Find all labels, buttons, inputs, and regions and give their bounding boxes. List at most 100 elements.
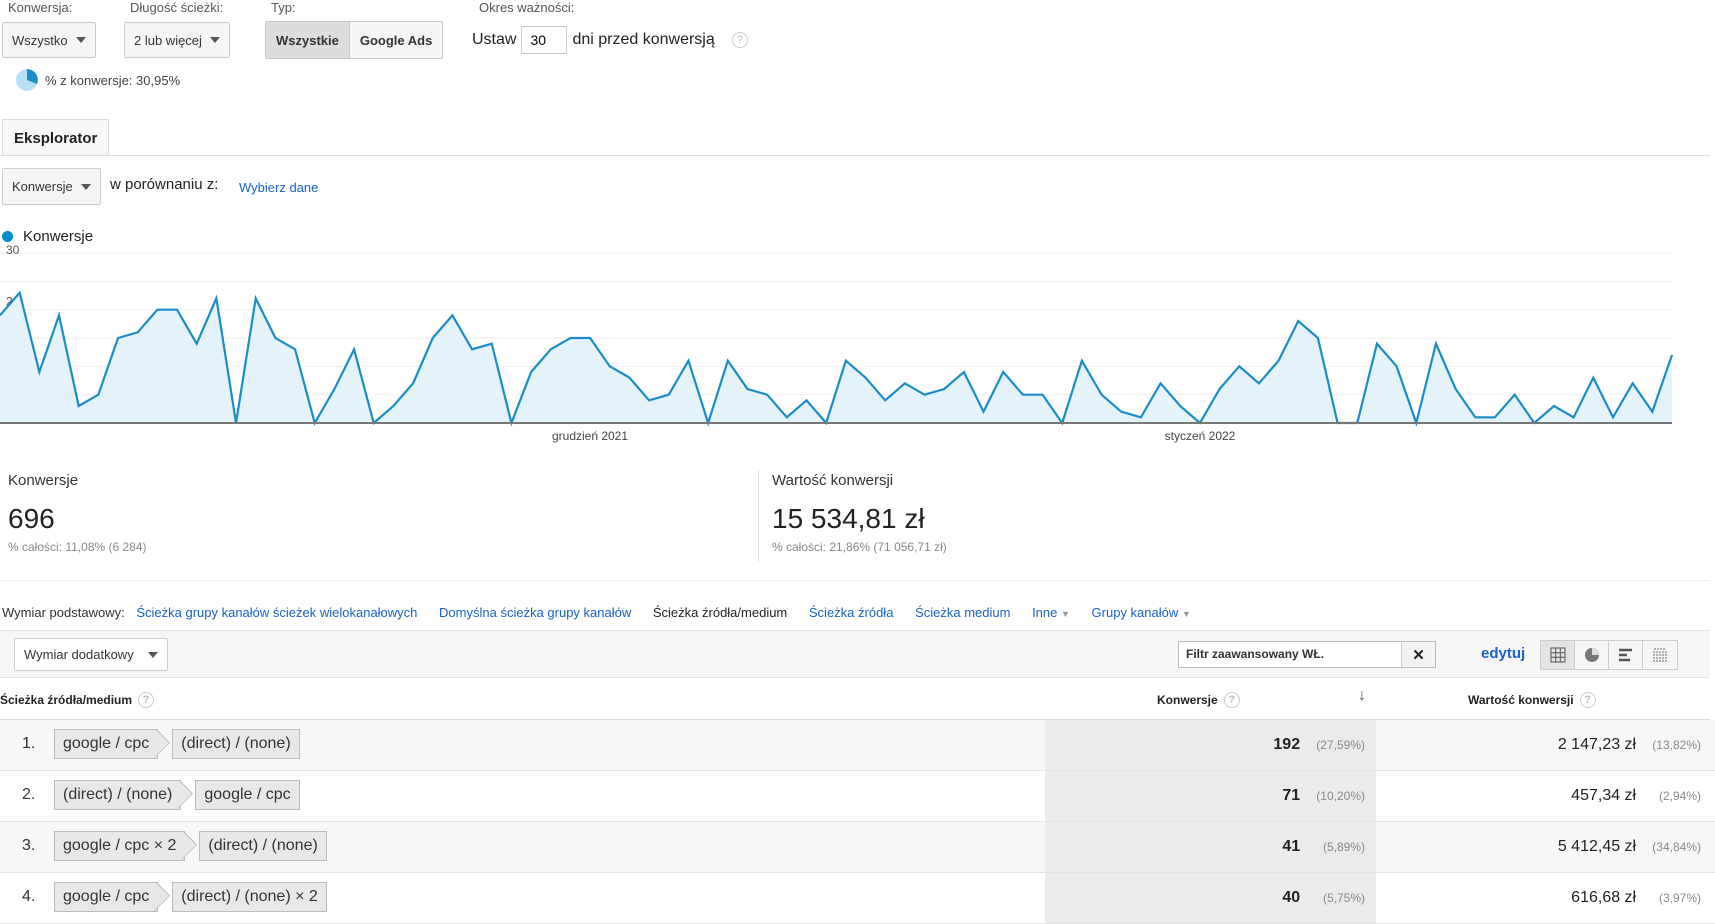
table-row[interactable]: 4. google / cpc (direct) / (none) × 2 40… [0,873,1715,924]
data-point[interactable] [605,361,615,371]
tab-explorer[interactable]: Eksplorator [2,119,110,156]
data-point[interactable] [172,305,182,315]
data-point[interactable] [1372,339,1382,349]
data-point[interactable] [211,293,221,303]
data-point[interactable] [1018,390,1028,400]
type-toggle[interactable]: Wszystkie Google Ads [265,21,444,59]
data-point[interactable] [1667,350,1677,360]
data-point[interactable] [113,333,123,343]
data-point[interactable] [93,390,103,400]
data-point[interactable] [487,339,497,349]
data-point[interactable] [920,390,930,400]
type-all-button[interactable]: Wszystkie [266,22,350,58]
data-point[interactable] [801,395,811,405]
data-point[interactable] [1647,407,1657,417]
dimension-source-medium-path[interactable]: Ścieżka źródła/medium [653,605,787,620]
data-point[interactable] [644,395,654,405]
secondary-dimension-dropdown[interactable]: Wymiar dodatkowy [14,638,168,671]
data-point[interactable] [683,356,693,366]
dimension-medium-path[interactable]: Ścieżka medium [915,605,1010,620]
metric-dropdown[interactable]: Konwersje [2,168,101,205]
data-point[interactable] [1077,356,1087,366]
sort-descending-icon[interactable]: ↓ [1358,687,1366,705]
data-point[interactable] [526,367,536,377]
data-point[interactable] [1274,356,1284,366]
edit-filter-link[interactable]: edytuj [1481,645,1525,662]
select-data-link[interactable]: Wybierz dane [239,180,318,195]
data-point[interactable] [1215,384,1225,394]
data-point[interactable] [1588,373,1598,383]
data-point[interactable] [152,305,162,315]
data-point[interactable] [1038,390,1048,400]
data-point[interactable] [270,333,280,343]
data-point[interactable] [1136,412,1146,422]
data-point[interactable] [742,384,752,394]
lookback-days-input[interactable] [521,26,568,54]
advanced-filter-field[interactable]: Filtr zaawansowany WŁ. ✕ [1178,641,1436,668]
dimension-other[interactable]: Inne ▼ [1032,605,1070,620]
data-point[interactable] [979,407,989,417]
data-point[interactable] [546,344,556,354]
data-point[interactable] [251,293,261,303]
data-point[interactable] [1116,407,1126,417]
data-point[interactable] [1490,412,1500,422]
bar-view-icon[interactable] [1609,641,1643,669]
clear-filter-icon[interactable]: ✕ [1401,642,1435,667]
data-point[interactable] [15,288,25,298]
help-icon[interactable]: ? [1223,692,1240,708]
data-point[interactable] [959,367,969,377]
help-icon[interactable]: ? [1579,692,1596,708]
data-point[interactable] [1569,412,1579,422]
data-point[interactable] [998,367,1008,377]
data-point[interactable] [1254,378,1264,388]
data-point[interactable] [782,412,792,422]
data-point[interactable] [1431,339,1441,349]
pie-view-icon[interactable] [1575,641,1609,669]
dimension-channel-groups[interactable]: Grupy kanałów ▼ [1092,605,1191,620]
data-point[interactable] [1234,361,1244,371]
data-point[interactable] [880,395,890,405]
data-point[interactable] [34,367,44,377]
dimension-mcf-channel-path[interactable]: Ścieżka grupy kanałów ścieżek wielokanał… [136,605,417,620]
table-view-icon[interactable] [1541,641,1575,669]
data-point[interactable] [1628,378,1638,388]
data-point[interactable] [1156,378,1166,388]
help-icon[interactable]: ? [138,692,155,708]
data-point[interactable] [939,384,949,394]
table-row[interactable]: 2. (direct) / (none) google / cpc 71 (10… [0,771,1715,822]
data-point[interactable] [1313,333,1323,343]
column-header-path[interactable]: Ścieżka źródła/medium? [0,692,155,708]
data-point[interactable] [290,344,300,354]
table-row[interactable]: 1. google / cpc (direct) / (none) 192 (2… [0,720,1715,771]
column-header-conversion-value[interactable]: Wartość konwersji? [1468,692,1596,708]
data-point[interactable] [900,378,910,388]
data-point[interactable] [388,401,398,411]
data-point[interactable] [1608,412,1618,422]
comparison-view-icon[interactable] [1643,641,1677,669]
column-header-conversions[interactable]: Konwersje? [1157,692,1240,708]
conversion-dropdown[interactable]: Wszystko [2,22,96,58]
data-point[interactable] [1175,401,1185,411]
data-point[interactable] [54,310,64,320]
data-point[interactable] [565,333,575,343]
data-point[interactable] [762,390,772,400]
data-point[interactable] [447,310,457,320]
data-point[interactable] [664,390,674,400]
data-point[interactable] [624,373,634,383]
data-point[interactable] [467,344,477,354]
path-length-dropdown[interactable]: 2 lub więcej [124,22,230,58]
data-point[interactable] [841,356,851,366]
data-point[interactable] [192,339,202,349]
data-point[interactable] [428,333,438,343]
data-point[interactable] [1451,384,1461,394]
data-point[interactable] [349,344,359,354]
table-row[interactable]: 3. google / cpc × 2 (direct) / (none) 41… [0,822,1715,873]
data-point[interactable] [133,327,143,337]
data-point[interactable] [861,373,871,383]
dimension-source-path[interactable]: Ścieżka źródła [809,605,894,620]
type-google-ads-button[interactable]: Google Ads [349,22,443,58]
data-point[interactable] [1097,390,1107,400]
data-point[interactable] [329,384,339,394]
data-point[interactable] [1470,412,1480,422]
data-point[interactable] [408,378,418,388]
